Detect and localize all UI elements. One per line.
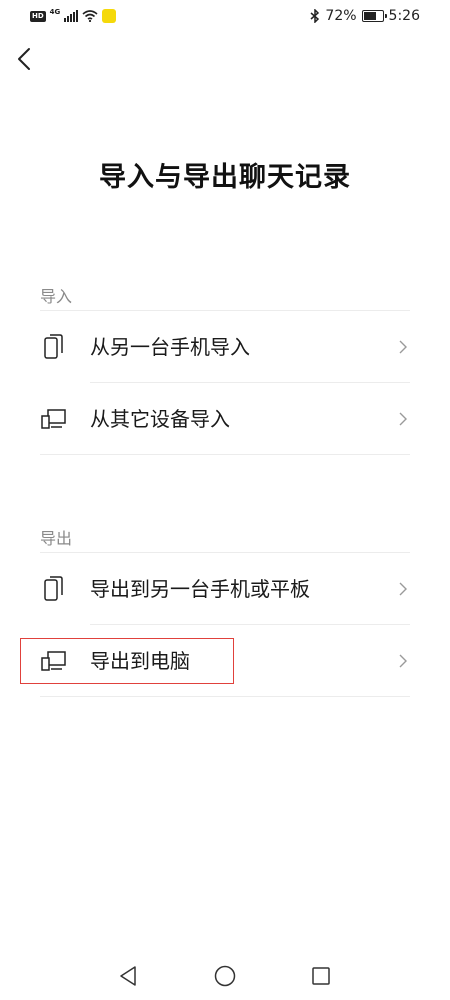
nav-recents-button[interactable] [309,964,333,988]
back-button[interactable] [10,44,40,74]
import-from-phone-item[interactable]: 从另一台手机导入 [20,312,410,382]
bluetooth-icon [310,9,320,23]
export-to-phone-item[interactable]: 导出到另一台手机或平板 [20,554,410,624]
nav-back-button[interactable] [116,964,140,988]
system-nav-bar [0,950,450,1000]
devices-icon [41,409,66,429]
devices-icon [41,651,66,671]
divider [40,454,410,455]
chevron-left-icon [18,48,30,70]
status-left: HD 4G [30,8,117,24]
import-from-other-device-item[interactable]: 从其它设备导入 [20,384,410,454]
import-section-header: 导入 [40,287,73,306]
divider [40,696,410,697]
export-to-computer-label: 导出到电脑 [90,649,190,673]
hd-badge: HD [30,10,46,22]
battery-icon [361,10,387,22]
recents-square-icon [312,967,330,985]
export-section-header: 导出 [40,529,73,548]
status-time: 5:26 [388,8,420,24]
export-to-phone-label: 导出到另一台手机或平板 [90,577,310,601]
chevron-right-icon [399,582,407,596]
battery-fill [363,12,376,20]
phone-icon [44,334,63,359]
network-label: 4G [49,8,61,16]
status-bar: HD 4G 72% 5:26 [0,0,450,32]
divider [90,382,410,383]
chevron-right-icon [399,654,407,668]
phone-icon [44,576,63,601]
battery-percent: 72% [325,8,357,24]
divider [40,310,410,311]
notification-app-icon [102,9,117,23]
export-to-computer-item[interactable]: 导出到电脑 [20,626,410,696]
import-from-phone-label: 从另一台手机导入 [90,335,250,359]
back-triangle-icon [120,966,136,986]
divider [90,624,410,625]
divider [40,552,410,553]
status-right: 72% 5:26 [310,7,420,25]
home-circle-icon [214,965,236,987]
nav-home-button[interactable] [213,964,237,988]
chevron-right-icon [399,340,407,354]
signal-icon [64,10,79,22]
wifi-icon [82,10,98,22]
page-title: 导入与导出聊天记录 [99,162,351,193]
chevron-right-icon [399,412,407,426]
import-from-other-device-label: 从其它设备导入 [90,407,230,431]
